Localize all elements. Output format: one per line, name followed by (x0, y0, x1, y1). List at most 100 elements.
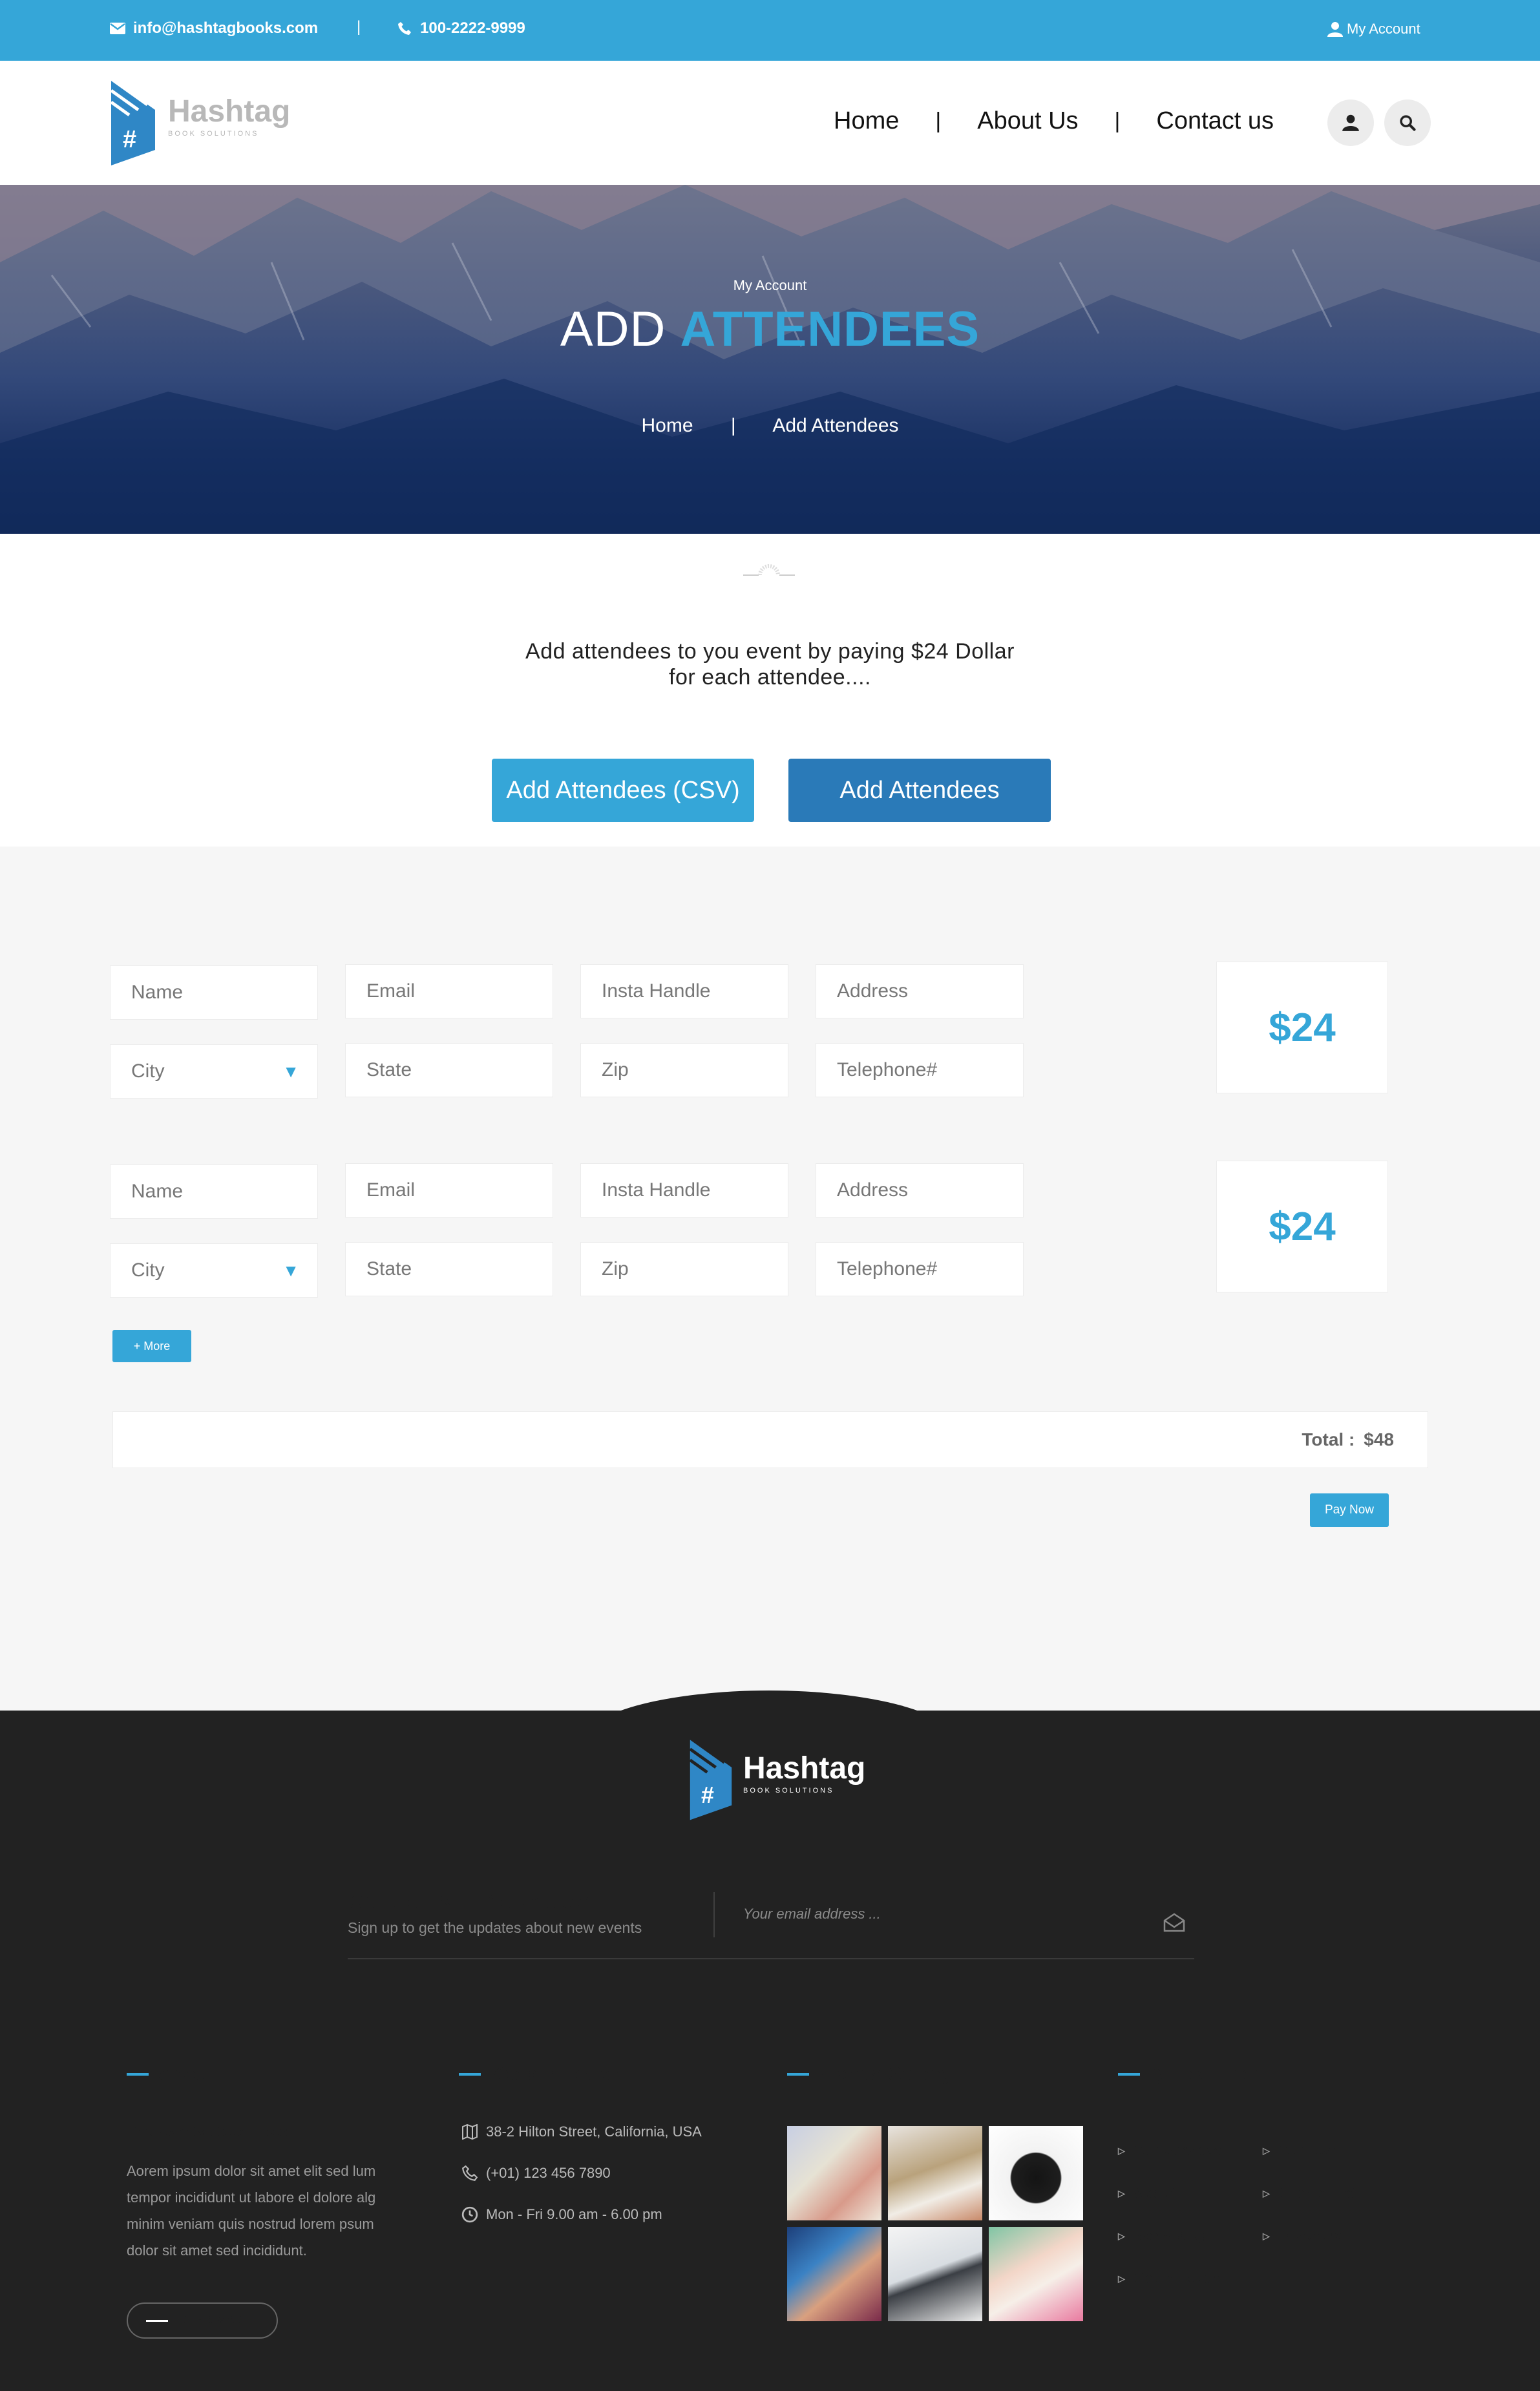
city-select-value: City (131, 1259, 165, 1281)
attendee-name-input[interactable]: Name (110, 1164, 318, 1219)
envelope-icon (110, 23, 125, 34)
quick-link-our-team[interactable]: ▷ Our Team (1263, 2142, 1344, 2159)
attendee-insta-input[interactable]: Insta Handle (580, 964, 788, 1018)
triangle-right-icon: ▷ (1118, 2273, 1125, 2284)
attendee-email-input[interactable]: Email (345, 1163, 553, 1217)
quick-link-clients-list[interactable]: ▷ Clients List (1263, 2185, 1355, 2202)
user-icon (1327, 22, 1343, 37)
topbar-my-account[interactable]: My Account (1327, 21, 1420, 37)
attendee-zip-input[interactable]: Zip (580, 1043, 788, 1097)
hero-banner: My Account ADD ATTENDEES Home | Add Atte… (0, 185, 1540, 534)
quick-link-our-services[interactable]: ▷ Our Services (1118, 2142, 1222, 2159)
footer-phone-text: (+01) 123 456 7890 (486, 2165, 611, 2181)
nav-contact-us[interactable]: Contact us (1156, 107, 1274, 135)
breadcrumb-current: Add Attendees (772, 415, 899, 436)
nav-about-us[interactable]: About Us (977, 107, 1078, 135)
loading-spinner-icon (743, 564, 795, 576)
triangle-right-icon: ▷ (1263, 2187, 1270, 2198)
mail-open-icon[interactable] (1163, 1913, 1185, 1932)
svg-text:#: # (701, 1782, 714, 1808)
footer-about-heading: About (127, 2063, 214, 2085)
quick-link-label: News Blog (1134, 2228, 1207, 2244)
quick-link-about[interactable]: ▷ About (1118, 2185, 1175, 2202)
triangle-right-icon: ▷ (1118, 2187, 1125, 2198)
newsletter-underline (348, 1958, 1194, 1959)
hashtag-logo-icon: # (689, 1736, 732, 1820)
quick-link-label: Get In Touch (1134, 2270, 1220, 2286)
footer-quick-links-heading: Quick Links (1118, 2063, 1259, 2085)
account-button[interactable] (1327, 100, 1374, 146)
footer-logo[interactable]: # Hashtag BOOK SOLUTIONS (688, 1732, 865, 1825)
mountain-background-image (0, 185, 1540, 534)
gallery-image-cupcake[interactable] (989, 2126, 1083, 2220)
topbar-phone-text: 100-2222-9999 (420, 19, 525, 37)
search-icon (1400, 115, 1416, 131)
attendee-telephone-input[interactable]: Telephone# (816, 1242, 1024, 1296)
attendee-name-input[interactable]: Name (110, 965, 318, 1020)
phone-icon (462, 2165, 478, 2181)
quick-link-label: Clients List (1278, 2185, 1356, 2201)
main-nav: Home | About Us | Contact us (834, 107, 1274, 135)
attendee-zip-input[interactable]: Zip (580, 1242, 788, 1296)
gallery-image-bouquet[interactable] (787, 2126, 881, 2220)
add-attendees-button[interactable]: Add Attendees (788, 759, 1051, 822)
attendee-email-input[interactable]: Email (345, 964, 553, 1018)
brand-tagline: BOOK SOLUTIONS (168, 130, 259, 138)
intro-text: Add attendees to you event by paying $24… (0, 638, 1540, 690)
footer-hours-text: Mon - Fri 9.00 am - 6.00 pm (486, 2206, 662, 2222)
page-title-plain: ADD (560, 302, 666, 357)
total-value: $48 (1364, 1429, 1394, 1449)
nav-home[interactable]: Home (834, 107, 899, 135)
footer-contact-heading: Keep In Touch (459, 2063, 622, 2085)
footer-phone[interactable]: (+01) 123 456 7890 (461, 2165, 611, 2182)
read-more-button[interactable]: READ MORE (127, 2302, 278, 2339)
attendee-insta-input[interactable]: Insta Handle (580, 1163, 788, 1217)
quick-link-label: About (1134, 2185, 1176, 2201)
attendee-state-input[interactable]: State (345, 1242, 553, 1296)
add-attendees-csv-button[interactable]: Add Attendees (CSV) (492, 759, 754, 822)
quick-link-label: Our Team (1278, 2142, 1344, 2158)
quick-link-news-blog[interactable]: ▷ News Blog (1118, 2228, 1207, 2244)
footer-about-heading-text: About (158, 2063, 214, 2085)
site-header: # Hashtag BOOK SOLUTIONS Home | About Us… (0, 61, 1540, 185)
clock-icon (461, 2206, 478, 2223)
search-button[interactable] (1384, 100, 1431, 146)
footer-brand-tagline: BOOK SOLUTIONS (743, 1787, 834, 1795)
topbar-email-text: info@hashtagbooks.com (133, 19, 319, 37)
hashtag-logo-icon: # (110, 77, 155, 165)
attendee-city-select[interactable]: City ▼ (110, 1044, 318, 1099)
attendee-address-input[interactable]: Address (816, 1163, 1024, 1217)
gallery-image-birthday[interactable] (989, 2227, 1083, 2321)
hero-kicker: My Account (733, 277, 807, 293)
add-more-button[interactable]: + More (112, 1330, 191, 1362)
page-title-accent: ATTENDEES (680, 302, 980, 357)
newsletter-email-input[interactable] (743, 1901, 1183, 1927)
site-logo[interactable]: # Hashtag BOOK SOLUTIONS (109, 75, 290, 168)
quick-link-get-in-touch[interactable]: ▷ Get In Touch (1118, 2270, 1220, 2287)
total-bar: Total : $48 (112, 1411, 1428, 1468)
quick-link-brochure[interactable]: ▷ Brochure (1263, 2228, 1342, 2244)
attendee-state-input[interactable]: State (345, 1043, 553, 1097)
footer-address-text: 38-2 Hilton Street, California, USA (486, 2123, 702, 2140)
gallery-image-party[interactable] (787, 2227, 881, 2321)
quick-link-label: Brochure (1278, 2228, 1342, 2244)
svg-text:#: # (123, 126, 136, 153)
nav-separator: | (1114, 109, 1121, 133)
pay-now-button[interactable]: Pay Now (1310, 1493, 1389, 1527)
topbar-email[interactable]: info@hashtagbooks.com (110, 19, 318, 37)
heading-accent-dash (459, 2073, 481, 2076)
gallery-image-speaker[interactable] (888, 2227, 982, 2321)
topbar-phone[interactable]: 100-2222-9999 (397, 19, 525, 37)
newsletter-subtitle: Sign up to get the updates about new eve… (348, 1919, 642, 1936)
breadcrumb-home[interactable]: Home (641, 415, 693, 436)
user-icon (1342, 114, 1359, 131)
attendee-price-box: $24 (1216, 962, 1388, 1093)
attendee-city-select[interactable]: City ▼ (110, 1243, 318, 1298)
triangle-right-icon: ▷ (1118, 2145, 1125, 2156)
brand-name: Hashtag (168, 94, 291, 129)
gallery-image-champagne[interactable] (888, 2126, 982, 2220)
attendee-address-input[interactable]: Address (816, 964, 1024, 1018)
footer-brand-name: Hashtag (743, 1751, 866, 1785)
attendee-telephone-input[interactable]: Telephone# (816, 1043, 1024, 1097)
triangle-right-icon: ▷ (1263, 2230, 1270, 2241)
